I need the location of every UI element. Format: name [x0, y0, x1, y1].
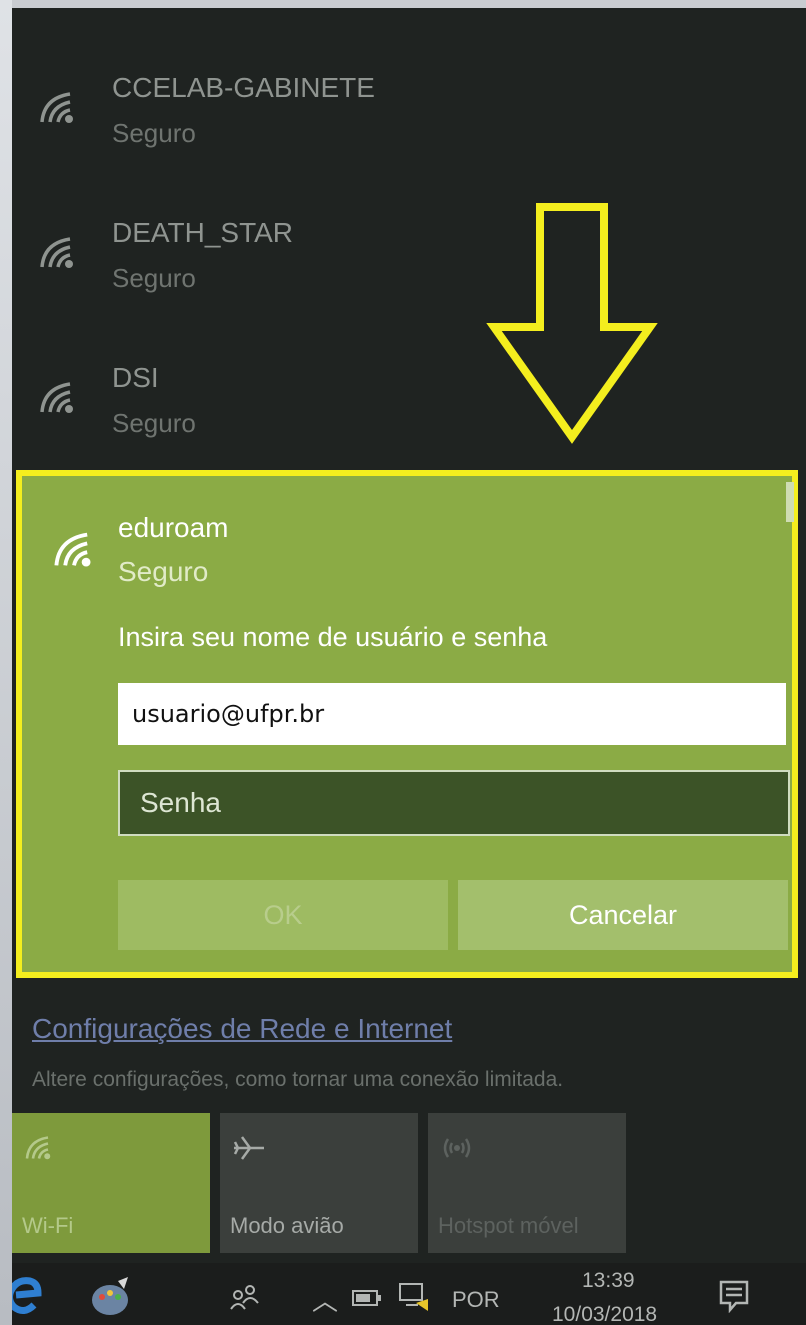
network-item-death-star[interactable]: DEATH_STAR Seguro: [12, 213, 806, 353]
network-status: Seguro: [112, 118, 196, 148]
network-status: Seguro: [118, 556, 209, 587]
network-name: DEATH_STAR: [112, 217, 293, 248]
clock-date[interactable]: 10/03/2018: [552, 1303, 657, 1325]
scrollbar[interactable]: [786, 482, 794, 522]
network-settings-link[interactable]: Configurações de Rede e Internet: [32, 1013, 452, 1045]
selected-network-eduroam: eduroam Seguro Insira seu nome de usuári…: [16, 470, 798, 978]
airplane-icon: [233, 1136, 264, 1160]
people-icon[interactable]: [228, 1283, 262, 1313]
network-name: DSI: [112, 362, 159, 393]
edge-browser-icon[interactable]: [12, 1271, 44, 1323]
tile-airplane-mode[interactable]: Modo avião: [220, 1113, 418, 1253]
network-status: Seguro: [112, 263, 196, 293]
paint-app-icon[interactable]: [88, 1275, 134, 1321]
language-indicator[interactable]: POR: [452, 1287, 500, 1313]
wifi-icon: [40, 382, 73, 413]
network-item-ccelab[interactable]: CCELAB-GABINETE Seguro: [12, 68, 806, 208]
network-name: eduroam: [118, 512, 229, 543]
hotspot-icon: [443, 1138, 471, 1158]
tile-label: Hotspot móvel: [438, 1213, 579, 1238]
wifi-icon: [40, 92, 73, 123]
wifi-icon: [25, 1136, 51, 1160]
chevron-up-icon[interactable]: ︿: [312, 1281, 338, 1318]
ok-button[interactable]: OK: [118, 880, 448, 950]
network-flyout: CCELAB-GABINETE Seguro DEATH_STAR Seguro…: [12, 8, 806, 1325]
tile-label: Wi-Fi: [22, 1213, 74, 1238]
clock-time[interactable]: 13:39: [582, 1269, 635, 1293]
password-input[interactable]: [118, 770, 790, 836]
network-name: CCELAB-GABINETE: [112, 72, 375, 103]
taskbar: ︿ POR 13:39 10/03/2018: [12, 1263, 806, 1325]
desktop-background: [0, 0, 12, 1325]
tile-wifi[interactable]: Wi-Fi: [12, 1113, 210, 1253]
action-center-icon[interactable]: [718, 1279, 750, 1313]
username-input[interactable]: [118, 683, 786, 745]
credentials-prompt: Insira seu nome de usuário e senha: [118, 622, 548, 652]
network-settings-description: Altere configurações, como tornar uma co…: [32, 1068, 564, 1091]
wifi-icon: [54, 532, 91, 567]
network-status: Seguro: [112, 408, 196, 438]
battery-icon[interactable]: [352, 1289, 382, 1307]
network-status-icon[interactable]: [398, 1281, 430, 1313]
tile-label: Modo avião: [230, 1213, 344, 1238]
wifi-icon: [40, 237, 73, 268]
tile-mobile-hotspot[interactable]: Hotspot móvel: [428, 1113, 626, 1253]
arrow-down-icon: [486, 203, 658, 444]
cancel-button[interactable]: Cancelar: [458, 880, 788, 950]
